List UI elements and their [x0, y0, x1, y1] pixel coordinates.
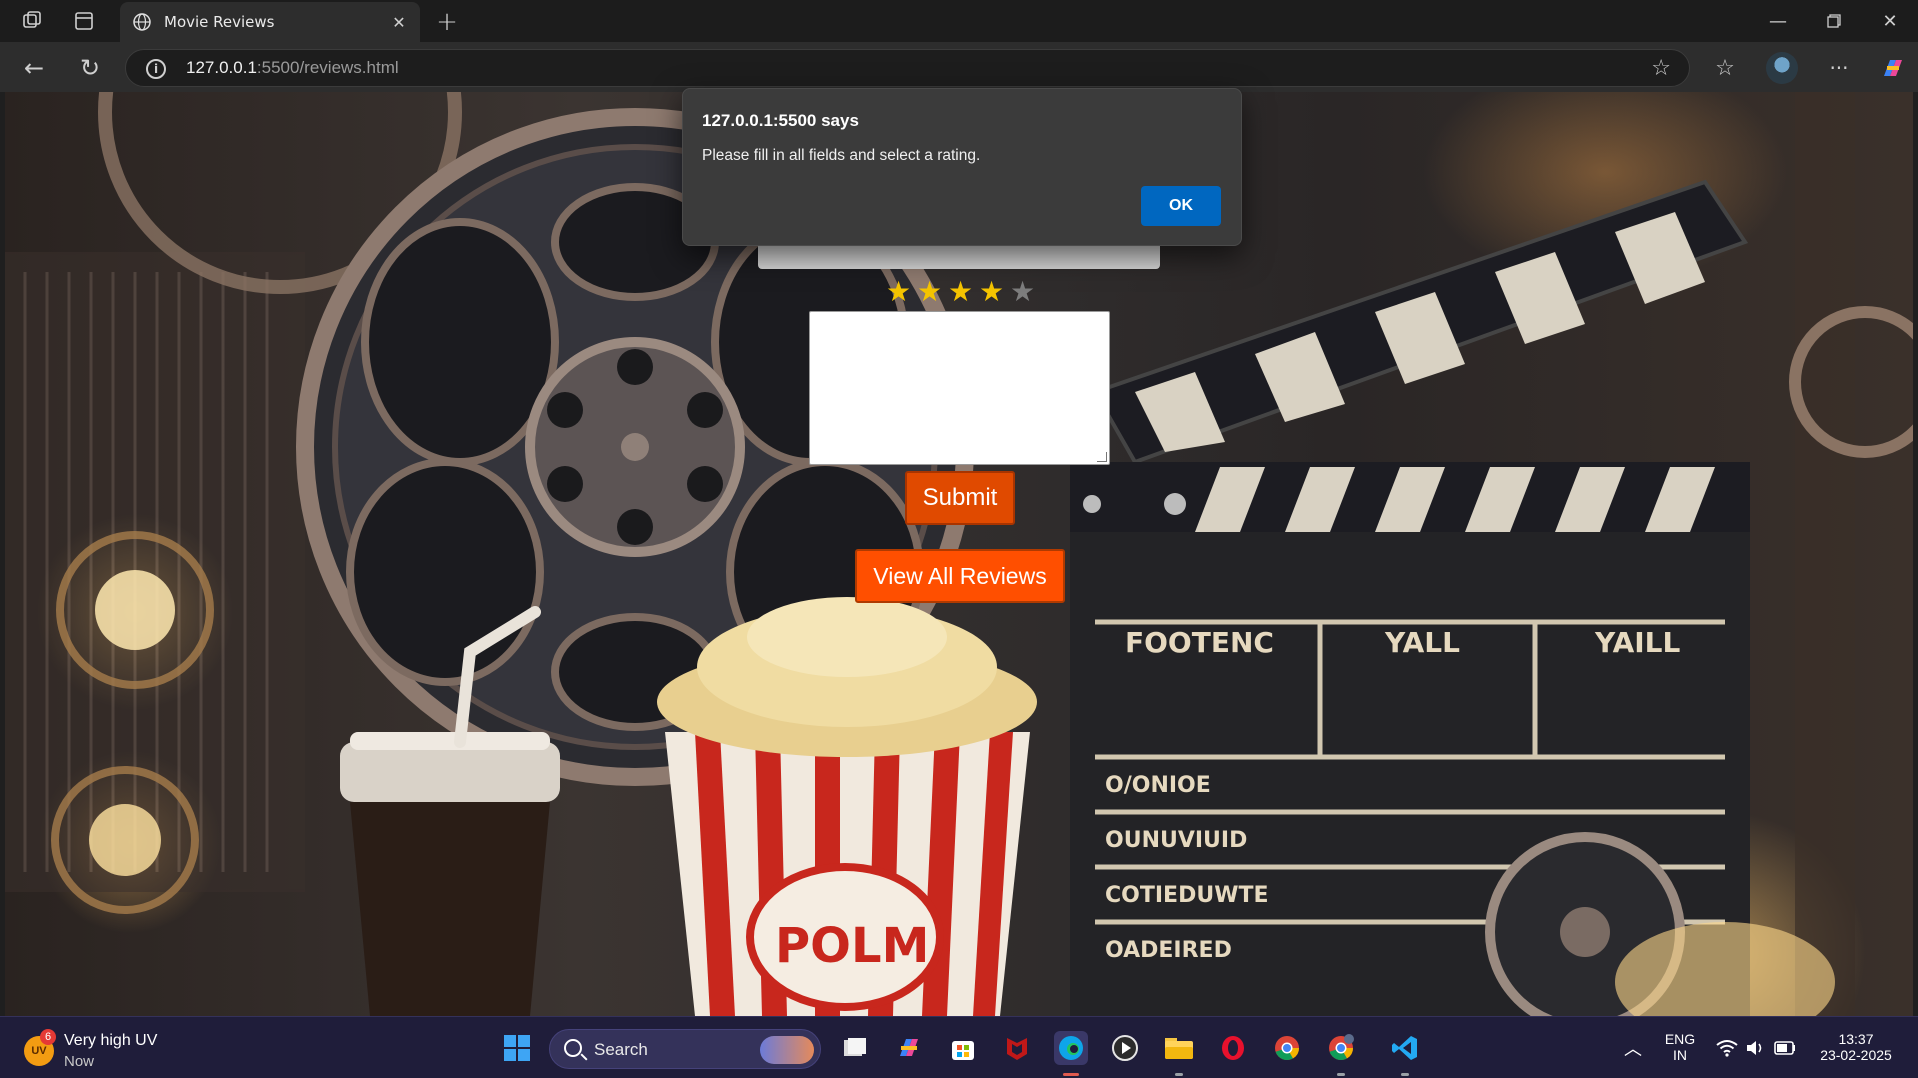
search-label: Search — [594, 1040, 648, 1059]
clock-date: 23-02-2025 — [1820, 1047, 1892, 1063]
view-all-reviews-button[interactable]: View All Reviews — [855, 549, 1065, 603]
dialog-ok-button[interactable]: OK — [1141, 186, 1221, 226]
copilot-icon[interactable] — [1876, 52, 1908, 84]
site-info-icon[interactable]: i — [146, 59, 166, 79]
star-2-icon[interactable]: ★ — [916, 276, 943, 308]
minimize-icon[interactable]: — — [1750, 0, 1806, 42]
workspaces-icon[interactable] — [18, 8, 46, 34]
taskbar-search-input[interactable]: Search — [549, 1029, 821, 1069]
clock[interactable]: 13:37 23-02-2025 — [1808, 1031, 1904, 1063]
svg-text:YALL: YALL — [1384, 626, 1460, 659]
close-window-icon[interactable]: ✕ — [1862, 0, 1918, 42]
close-tab-icon[interactable]: ✕ — [388, 11, 410, 33]
globe-icon — [133, 13, 151, 31]
weather-time: Now — [64, 1053, 95, 1070]
address-host: 127.0.0.1 — [186, 58, 257, 77]
svg-text:COTIEDUWTE: COTIEDUWTE — [1105, 883, 1269, 908]
chrome-running-indicator — [1337, 1073, 1345, 1076]
weather-status[interactable]: Very high UV — [64, 1032, 157, 1050]
svg-text:OADEIRED: OADEIRED — [1105, 938, 1232, 963]
search-highlight-icon — [760, 1036, 814, 1064]
review-textarea[interactable] — [809, 311, 1110, 465]
star-5-icon[interactable]: ★ — [1009, 276, 1036, 308]
dialog-title: 127.0.0.1:5500 says — [702, 111, 859, 130]
new-tab-icon[interactable]: + — [432, 7, 462, 37]
search-icon — [564, 1039, 582, 1057]
star-4-icon[interactable]: ★ — [978, 276, 1005, 308]
mcafee-icon[interactable] — [1000, 1031, 1034, 1065]
battery-icon[interactable] — [1768, 1031, 1802, 1065]
vscode-running-indicator — [1401, 1073, 1409, 1076]
profile-avatar[interactable] — [1766, 52, 1798, 84]
address-path: :5500/reviews.html — [256, 58, 399, 77]
submit-button[interactable]: Submit — [905, 471, 1015, 525]
chrome-profile-icon[interactable] — [1324, 1031, 1358, 1065]
store-icon[interactable] — [946, 1031, 980, 1065]
copilot-app-icon[interactable] — [892, 1031, 926, 1065]
favorites-icon[interactable]: ☆ — [1710, 54, 1740, 82]
weather-badge: 6 — [40, 1029, 56, 1045]
language-code: ENG — [1664, 1031, 1696, 1047]
chrome-icon[interactable] — [1270, 1031, 1304, 1065]
star-3-icon[interactable]: ★ — [947, 276, 974, 308]
volume-icon[interactable] — [1738, 1031, 1772, 1065]
language-indicator[interactable]: ENG IN — [1660, 1031, 1700, 1063]
svg-text:O/ONIOE: O/ONIOE — [1105, 773, 1211, 798]
tab-title: Movie Reviews — [164, 13, 275, 31]
dialog-message: Please fill in all fields and select a r… — [702, 147, 981, 164]
address-bar[interactable]: i 127.0.0.1:5500/reviews.html ☆ — [125, 49, 1690, 87]
star-1-icon[interactable]: ★ — [885, 276, 912, 308]
resize-handle-icon[interactable] — [1097, 452, 1107, 462]
more-options-icon[interactable]: ··· — [1824, 54, 1854, 82]
alert-dialog: 127.0.0.1:5500 says Please fill in all f… — [682, 88, 1242, 246]
edge-icon[interactable] — [1054, 1031, 1088, 1065]
favorite-star-icon[interactable]: ☆ — [1651, 56, 1671, 81]
taskbar: UV 6 Very high UV Now Search ︿ ENG IN 13… — [0, 1016, 1918, 1078]
opera-icon[interactable] — [1216, 1031, 1250, 1065]
address-url[interactable]: 127.0.0.1:5500/reviews.html — [186, 58, 399, 78]
language-region: IN — [1673, 1047, 1687, 1063]
restore-icon[interactable] — [1806, 0, 1862, 42]
svg-text:POLM: POLM — [775, 918, 929, 974]
browser-tab-bar: Movie Reviews ✕ + — ✕ — [0, 0, 1918, 42]
show-hidden-icons-icon[interactable]: ︿ — [1616, 1031, 1650, 1065]
task-view-icon[interactable] — [838, 1031, 872, 1065]
star-rating[interactable]: ★ ★ ★ ★ ★ — [885, 276, 1036, 308]
edge-running-indicator — [1063, 1073, 1079, 1076]
file-explorer-icon[interactable] — [1162, 1031, 1196, 1065]
media-player-icon[interactable] — [1108, 1031, 1142, 1065]
tab-movie-reviews[interactable]: Movie Reviews ✕ — [120, 2, 420, 42]
explorer-running-indicator — [1175, 1073, 1183, 1076]
refresh-icon[interactable]: ↻ — [76, 54, 104, 82]
clock-time: 13:37 — [1838, 1031, 1874, 1047]
svg-text:YAILL: YAILL — [1594, 626, 1681, 659]
vscode-icon[interactable] — [1388, 1031, 1422, 1065]
vertical-tabs-icon[interactable] — [70, 8, 98, 34]
svg-text:OUNUVIUID: OUNUVIUID — [1105, 828, 1247, 853]
start-icon[interactable] — [500, 1031, 534, 1065]
browser-toolbar: ← ↻ i 127.0.0.1:5500/reviews.html ☆ ☆ ··… — [0, 42, 1918, 92]
svg-text:FOOTENC: FOOTENC — [1125, 626, 1274, 659]
back-icon[interactable]: ← — [20, 54, 48, 82]
